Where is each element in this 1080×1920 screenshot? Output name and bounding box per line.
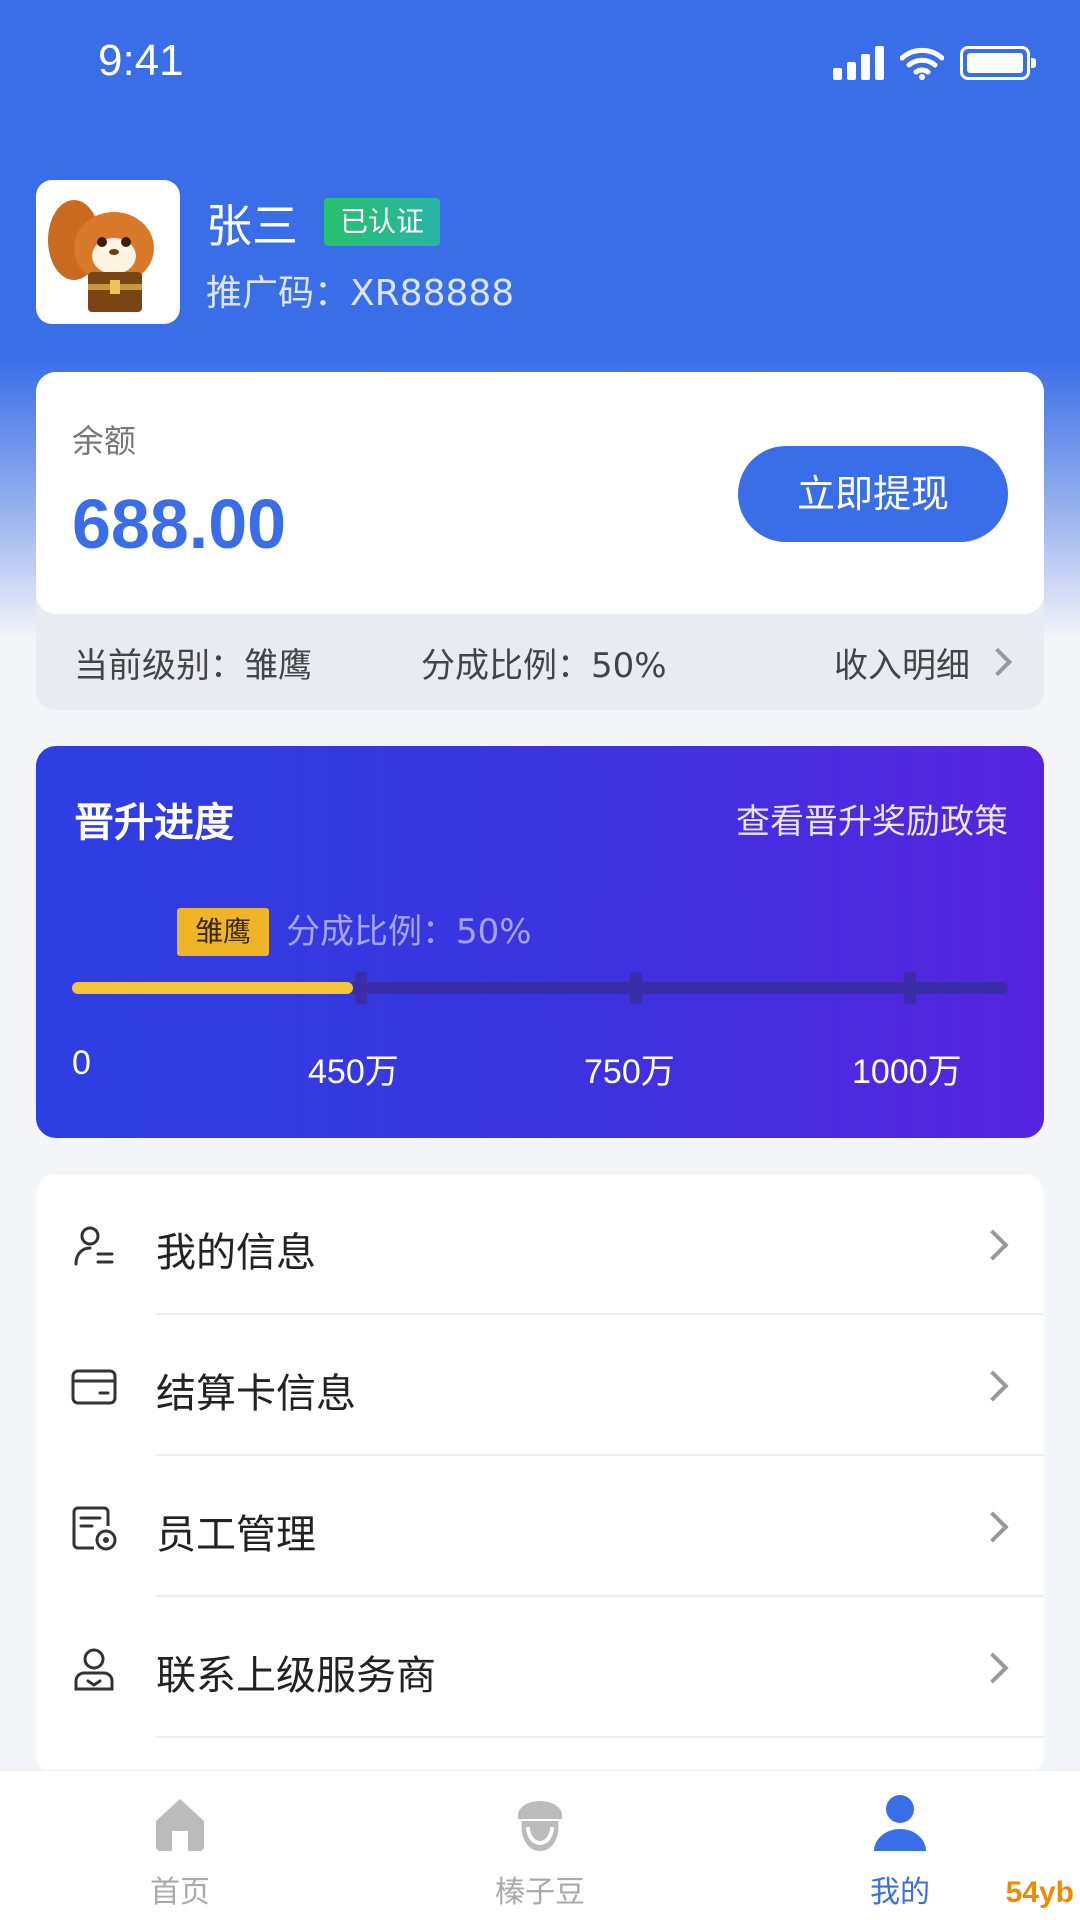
- bank-card-icon: [71, 1369, 117, 1405]
- tab-profile[interactable]: 我的: [820, 1791, 980, 1911]
- menu-item-my-info[interactable]: 我的信息: [36, 1174, 1044, 1315]
- tab-label: 我的: [870, 1875, 930, 1910]
- staff-manage-icon: [72, 1506, 117, 1551]
- promotion-progress-card: 晋升进度 查看晋升奖励政策 雏鹰 分成比例：50% 0 450万 750万 10…: [36, 746, 1044, 1138]
- menu-label: 我的信息: [156, 1230, 316, 1276]
- progress-tick: [355, 972, 367, 1004]
- promo-code: 推广码：XR88888: [206, 273, 515, 314]
- level-share-ratio: 分成比例：50%: [286, 912, 532, 952]
- share-ratio: 分成比例：50%: [421, 645, 667, 686]
- tab-hazelnut[interactable]: 榛子豆: [460, 1791, 620, 1911]
- milestone-label: 750万: [584, 1053, 675, 1091]
- status-bar: 9:41: [0, 0, 1080, 130]
- balance-value: 688.00: [72, 485, 287, 563]
- status-time: 9:41: [98, 36, 184, 85]
- bottom-tab-bar: 首页 榛子豆 我的 54yb: [0, 1770, 1080, 1920]
- income-detail-label: 收入明细: [834, 645, 970, 686]
- menu-label: 员工管理: [156, 1512, 316, 1558]
- menu-label: 结算卡信息: [156, 1371, 356, 1417]
- chevron-right-icon: [977, 1652, 1009, 1684]
- menu-item-contact-provider[interactable]: 联系上级服务商: [36, 1597, 1044, 1738]
- balance-label: 余额: [72, 422, 137, 460]
- user-info-icon: [74, 1226, 114, 1266]
- progress-tick: [630, 972, 642, 1004]
- contact-provider-icon: [74, 1648, 114, 1691]
- progress-tick: [904, 972, 916, 1004]
- status-icons: [833, 46, 1036, 80]
- current-level: 当前级别：雏鹰: [74, 645, 312, 686]
- milestone-label: 450万: [308, 1053, 399, 1091]
- chevron-right-icon: [977, 1370, 1009, 1402]
- user-name: 张三: [206, 199, 298, 253]
- milestone-label: 1000万: [852, 1053, 962, 1091]
- squirrel-avatar-icon: [48, 200, 154, 312]
- verified-badge: 已认证: [324, 198, 441, 246]
- balance-section: 余额 688.00 立即提现 当前级别：雏鹰 分成比例：50% 收入明细: [36, 372, 1044, 710]
- wifi-icon: [900, 47, 944, 80]
- chevron-right-icon: [977, 1511, 1009, 1543]
- level-tag: 雏鹰: [177, 908, 270, 956]
- settings-menu: 我的信息 结算卡信息 员工管理 联系上级服务商: [36, 1174, 1044, 1774]
- tab-label: 榛子豆: [495, 1875, 585, 1910]
- signal-icon: [833, 46, 884, 80]
- profile-header: 张三 已认证 推广码：XR88888: [36, 180, 1046, 326]
- avatar[interactable]: [36, 180, 180, 324]
- chevron-right-icon: [977, 1229, 1009, 1261]
- menu-label: 联系上级服务商: [156, 1653, 436, 1699]
- promotion-policy-link[interactable]: 查看晋升奖励政策: [736, 794, 1008, 843]
- menu-item-staff-management[interactable]: 员工管理: [36, 1456, 1044, 1597]
- menu-item-bank-card[interactable]: 结算卡信息: [36, 1315, 1044, 1456]
- chevron-right-icon: [983, 647, 1013, 677]
- milestone-label: 0: [72, 1044, 91, 1082]
- tab-home[interactable]: 首页: [100, 1791, 260, 1911]
- progress-track: [72, 972, 1008, 1004]
- watermark: 54yb: [1005, 1876, 1074, 1909]
- divider: [156, 1736, 1044, 1738]
- profile-icon: [874, 1795, 926, 1851]
- withdraw-button[interactable]: 立即提现: [738, 446, 1008, 542]
- promotion-title: 晋升进度: [74, 800, 234, 846]
- balance-info-bar: 当前级别：雏鹰 分成比例：50% 收入明细: [36, 614, 1044, 710]
- tab-label: 首页: [150, 1875, 210, 1910]
- income-detail-link[interactable]: 收入明细: [834, 638, 1013, 687]
- home-icon: [156, 1799, 204, 1851]
- hazelnut-icon: [518, 1801, 562, 1852]
- progress-fill: [72, 982, 353, 994]
- battery-icon: [960, 46, 1036, 80]
- balance-card: 余额 688.00 立即提现: [36, 372, 1044, 614]
